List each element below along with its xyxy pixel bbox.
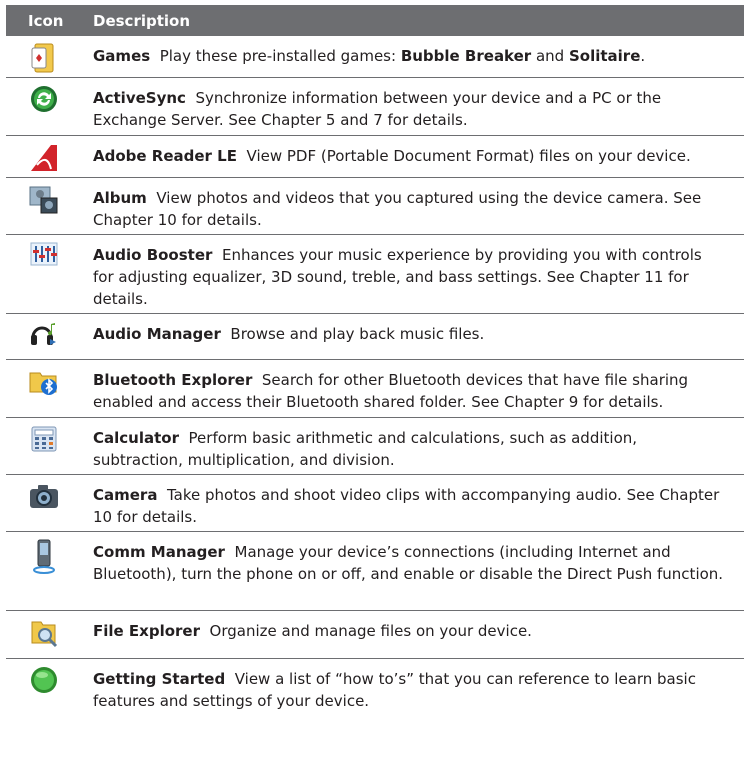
table-row: ActiveSync Synchronize information betwe… — [6, 78, 744, 136]
getting-started-icon — [6, 659, 81, 717]
comm-manager-icon — [6, 532, 81, 610]
audio-booster-icon — [6, 235, 81, 313]
row-name: Camera — [93, 486, 158, 504]
table-row: Getting Started View a list of “how to’s… — [6, 659, 744, 717]
table-row: Bluetooth Explorer Search for other Blue… — [6, 360, 744, 418]
table-row: Games Play these pre-installed games: Bu… — [6, 36, 744, 78]
games-icon — [6, 36, 81, 77]
header-description-label: Description — [93, 11, 191, 30]
audio-manager-icon — [6, 314, 81, 359]
bluetooth-explorer-icon — [6, 360, 81, 417]
table-row: Comm Manager Manage your device’s connec… — [6, 532, 744, 611]
row-name: Adobe Reader LE — [93, 147, 237, 165]
table-header: Icon Description — [6, 5, 744, 36]
row-name: Comm Manager — [93, 543, 225, 561]
row-name: Album — [93, 189, 147, 207]
row-name: File Explorer — [93, 622, 200, 640]
row-name: Games — [93, 47, 151, 65]
row-name: Calculator — [93, 429, 179, 447]
header-icon-label: Icon — [28, 11, 64, 30]
applications-table: Icon Description Games Play these pre-in… — [6, 5, 744, 717]
row-name: Audio Booster — [93, 246, 213, 264]
activesync-icon — [6, 78, 81, 135]
table-row: File Explorer Organize and manage files … — [6, 611, 744, 659]
table-row: Album View photos and videos that you ca… — [6, 178, 744, 235]
table-row: Audio Booster Enhances your music experi… — [6, 235, 744, 314]
camera-icon — [6, 475, 81, 531]
table-row: Adobe Reader LE View PDF (Portable Docum… — [6, 136, 744, 178]
adobe-reader-icon — [6, 136, 81, 177]
table-row: Audio Manager Browse and play back music… — [6, 314, 744, 360]
album-icon — [6, 178, 81, 234]
table-row: Calculator Perform basic arithmetic and … — [6, 418, 744, 475]
table-row: Camera Take photos and shoot video clips… — [6, 475, 744, 532]
row-name: ActiveSync — [93, 89, 186, 107]
row-name: Getting Started — [93, 670, 226, 688]
row-name: Audio Manager — [93, 325, 221, 343]
file-explorer-icon — [6, 611, 81, 658]
calculator-icon — [6, 418, 81, 474]
row-name: Bluetooth Explorer — [93, 371, 253, 389]
